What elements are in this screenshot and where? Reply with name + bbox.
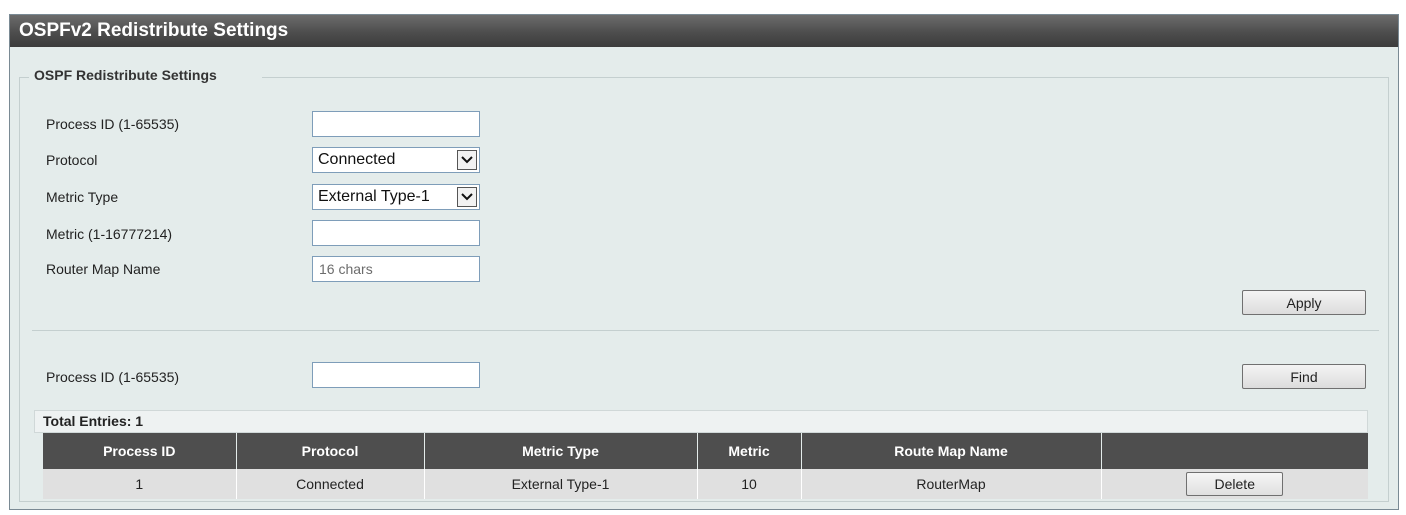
- column-header-protocol: Protocol: [236, 433, 425, 469]
- metric-input[interactable]: [312, 220, 480, 246]
- cell-route-map-name: RouterMap: [801, 469, 1102, 499]
- apply-button[interactable]: Apply: [1242, 290, 1366, 315]
- fieldset-border-bottom: [19, 501, 1389, 502]
- cell-metric: 10: [697, 469, 802, 499]
- table-row: 1 Connected External Type-1 10 RouterMap…: [43, 469, 1368, 499]
- cell-action: Delete: [1101, 469, 1368, 499]
- chevron-down-icon[interactable]: [457, 150, 477, 170]
- cell-metric-type: External Type-1: [424, 469, 698, 499]
- page-title: OSPFv2 Redistribute Settings: [10, 15, 1398, 47]
- chevron-down-icon[interactable]: [457, 187, 477, 207]
- column-header-process-id: Process ID: [43, 433, 237, 469]
- process-id-input[interactable]: [312, 111, 480, 137]
- metric-type-select[interactable]: External Type-1: [312, 184, 480, 210]
- cell-process-id: 1: [43, 469, 237, 499]
- router-map-name-input[interactable]: [312, 256, 480, 282]
- cell-protocol: Connected: [236, 469, 425, 499]
- find-button[interactable]: Find: [1242, 364, 1366, 389]
- redistribute-table: Process ID Protocol Metric Type Metric R…: [43, 433, 1368, 499]
- metric-label: Metric (1-16777214): [46, 226, 173, 242]
- metric-type-label: Metric Type: [46, 189, 119, 205]
- protocol-label: Protocol: [46, 152, 98, 168]
- fieldset-legend: OSPF Redistribute Settings: [30, 64, 221, 86]
- process-id-label: Process ID (1-65535): [46, 116, 180, 132]
- fieldset-border-left: [19, 77, 20, 501]
- column-header-action: [1101, 433, 1368, 469]
- column-header-metric-type: Metric Type: [424, 433, 698, 469]
- fieldset-border: [19, 77, 29, 78]
- fieldset-border: [262, 77, 1388, 78]
- search-process-id-label: Process ID (1-65535): [46, 369, 180, 385]
- delete-button[interactable]: Delete: [1186, 472, 1284, 496]
- fieldset-border-right: [1388, 77, 1389, 501]
- search-process-id-input[interactable]: [312, 362, 480, 388]
- metric-type-select-value: External Type-1: [318, 188, 430, 205]
- protocol-select-value: Connected: [318, 151, 396, 168]
- router-map-name-label: Router Map Name: [46, 261, 161, 277]
- column-header-route-map-name: Route Map Name: [801, 433, 1102, 469]
- table-header-row: Process ID Protocol Metric Type Metric R…: [43, 433, 1368, 469]
- column-header-metric: Metric: [697, 433, 802, 469]
- protocol-select[interactable]: Connected: [312, 147, 480, 173]
- section-divider: [32, 330, 1379, 331]
- total-entries: Total Entries: 1: [34, 410, 1368, 433]
